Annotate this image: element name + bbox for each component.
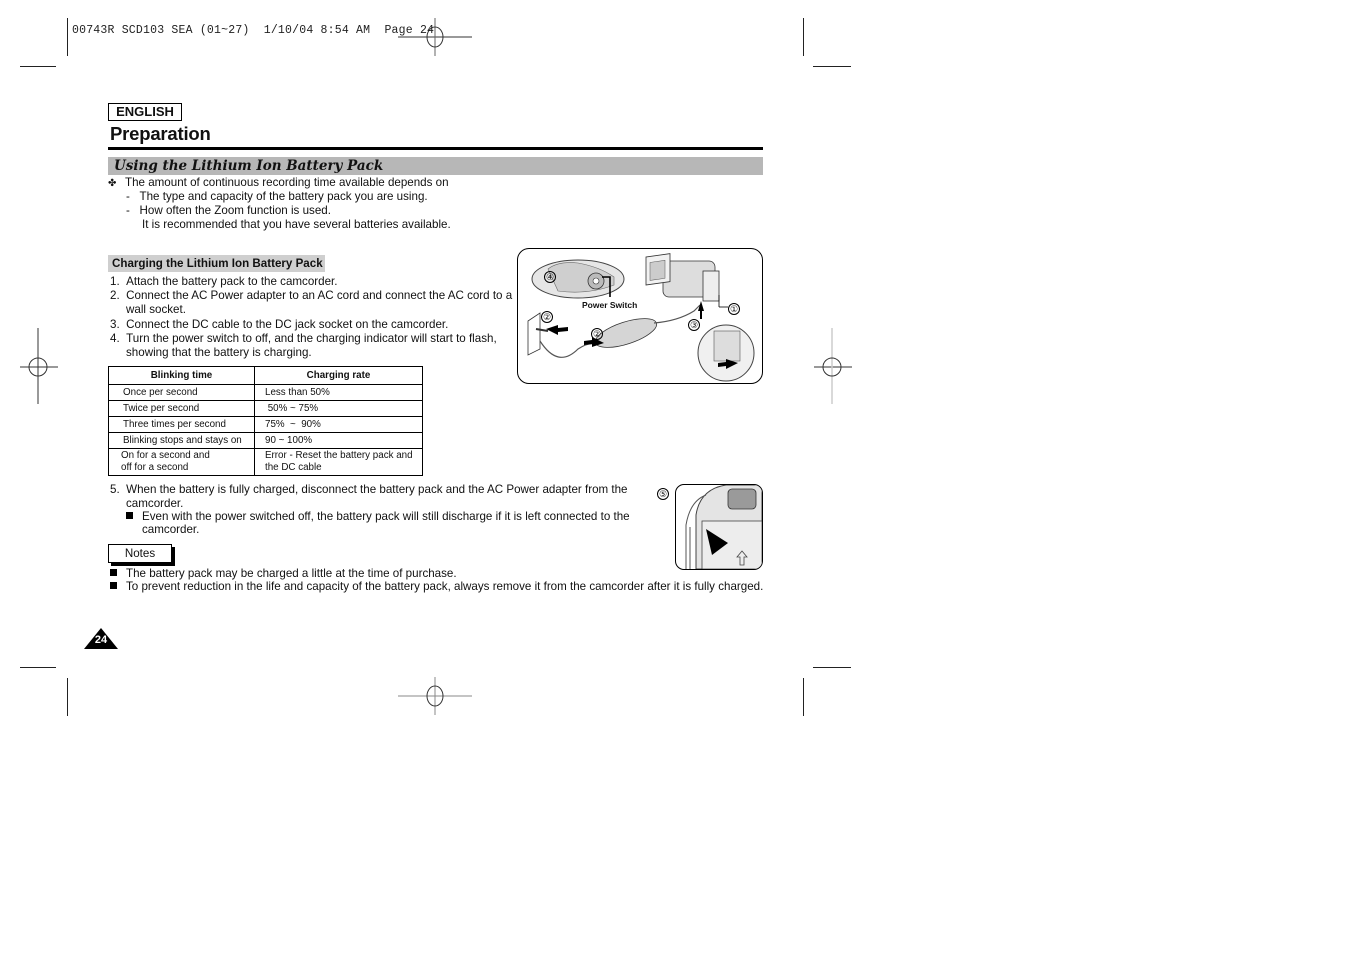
step-2: 2. Connect the AC Power adapter to an AC… (110, 289, 513, 302)
callout-2b: ② (591, 328, 603, 340)
page-number: 24 (94, 634, 108, 646)
step-4: 4. Turn the power switch to off, and the… (110, 332, 497, 345)
table-header: Charging rate (254, 366, 423, 385)
note-item: The battery pack may be charged a little… (110, 567, 457, 581)
step-5: 5. When the battery is fully charged, di… (110, 483, 628, 496)
square-bullet-icon (110, 569, 117, 576)
table-row: Three times per second 75% ~ 90% (108, 416, 423, 433)
table-cell: Once per second (108, 384, 255, 401)
battery-diagram (685, 485, 762, 569)
crop-mark (813, 66, 851, 67)
callout-4: ④ (544, 271, 556, 283)
callout-3: ③ (688, 319, 700, 331)
table-row: Twice per second 50% ~ 75% (108, 400, 423, 417)
crop-mark (67, 18, 68, 56)
callout-2a: ② (541, 311, 553, 323)
charging-diagram (527, 253, 755, 382)
cross-bullet-icon: ✤ (108, 178, 117, 189)
intro-item: - The type and capacity of the battery p… (126, 190, 428, 203)
table-cell: Less than 50% (254, 384, 423, 401)
registration-mark-right (814, 328, 852, 404)
table-header-row: Blinking time Charging rate (108, 366, 423, 385)
crop-mark (813, 667, 851, 668)
crop-mark (67, 678, 68, 716)
intro-lead: ✤ The amount of continuous recording time… (108, 176, 449, 189)
registration-mark-left (20, 328, 58, 404)
step-2-cont: wall socket. (126, 303, 186, 316)
subsection-title: Charging the Lithium Ion Battery Pack (112, 257, 323, 270)
callout-1: ① (728, 303, 740, 315)
crop-mark (20, 66, 56, 67)
table-row: On for a second and off for a second Err… (108, 448, 423, 476)
crop-mark (20, 667, 56, 668)
table-row: Once per second Less than 50% (108, 384, 423, 401)
intro-item: - How often the Zoom function is used. (126, 204, 331, 217)
step-5-note-cont: camcorder. (142, 523, 200, 536)
table-cell: On for a second and off for a second (108, 448, 255, 476)
crop-mark (803, 678, 804, 716)
intro-recommendation: It is recommended that you have several … (142, 218, 451, 231)
section-title: Using the Lithium Ion Battery Pack (114, 158, 384, 174)
charging-illustration: ④ Power Switch ① ② ② ③ (517, 248, 763, 384)
page-title: Preparation (110, 123, 211, 144)
language-label: ENGLISH (108, 103, 182, 121)
table-cell: Blinking stops and stays on (108, 432, 255, 449)
charging-indicator-table: Blinking time Charging rate Once per sec… (108, 366, 423, 476)
step-4-cont: showing that the battery is charging. (126, 346, 312, 359)
step-3: 3. Connect the DC cable to the DC jack s… (110, 318, 449, 331)
table-cell: 50% ~ 75% (254, 400, 423, 417)
table-cell: Three times per second (108, 416, 255, 433)
table-cell: 90 ~ 100% (254, 432, 423, 449)
callout-5: ⑤ (657, 488, 669, 500)
battery-removal-illustration (675, 484, 763, 570)
table-cell: Error - Reset the battery pack and the D… (254, 448, 423, 476)
table-cell: 75% ~ 90% (254, 416, 423, 433)
square-bullet-icon (110, 582, 117, 589)
table-header: Blinking time (108, 366, 255, 385)
crop-mark (803, 18, 804, 56)
note-item: To prevent reduction in the life and cap… (110, 580, 763, 594)
registration-mark-bottom (398, 677, 472, 715)
square-bullet-icon (126, 512, 133, 519)
step-1: 1. Attach the battery pack to the camcor… (110, 275, 338, 288)
title-divider (108, 147, 763, 150)
step-5-cont: camcorder. (126, 497, 184, 510)
table-row: Blinking stops and stays on 90 ~ 100% (108, 432, 423, 449)
print-slug-line: 00743R SCD103 SEA (01~27) 1/10/04 8:54 A… (72, 24, 435, 37)
notes-label: Notes (108, 544, 172, 563)
power-switch-label: Power Switch (582, 300, 638, 310)
table-cell: Twice per second (108, 400, 255, 417)
step-5-note: Even with the power switched off, the ba… (126, 510, 630, 524)
